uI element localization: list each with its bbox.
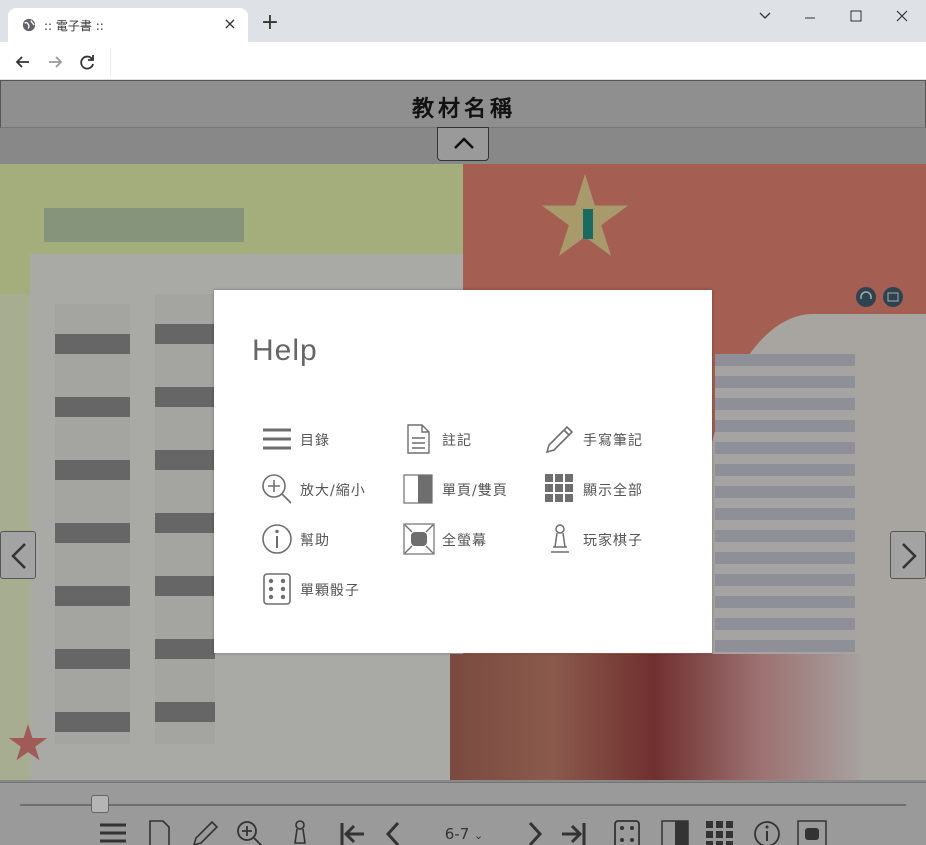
help-item-single-double: 單頁/雙頁 xyxy=(402,472,542,508)
minimize-icon[interactable] xyxy=(795,4,825,28)
tab-title: :: 電子書 :: xyxy=(44,19,104,33)
help-item-label: 手寫筆記 xyxy=(583,433,643,449)
help-item-zoom: 放大/縮小 xyxy=(260,472,400,508)
reload-icon[interactable] xyxy=(76,51,98,73)
back-icon[interactable] xyxy=(12,51,34,73)
pencil-icon xyxy=(545,425,574,454)
globe-icon xyxy=(22,18,36,32)
address-bar xyxy=(0,42,926,80)
dice-icon xyxy=(263,573,291,605)
maximize-icon[interactable] xyxy=(841,4,871,28)
pawn-icon xyxy=(551,524,569,553)
help-dialog: Help 目錄 註記 手寫筆記 放大/縮小 單頁/雙頁 顯示全部 幫助 全螢幕 … xyxy=(214,290,712,653)
help-item-dice: 單顆骰子 xyxy=(260,572,400,608)
help-item-label: 顯示全部 xyxy=(583,483,643,499)
tab-search-icon[interactable] xyxy=(750,4,780,28)
browser-tab-strip: :: 電子書 :: × + xyxy=(0,0,926,42)
help-item-grid: 顯示全部 xyxy=(543,472,683,508)
info-icon xyxy=(262,524,292,554)
help-item-label: 全螢幕 xyxy=(442,533,487,549)
close-window-icon[interactable] xyxy=(887,4,917,28)
fullscreen-icon xyxy=(403,523,435,555)
url-input[interactable] xyxy=(110,48,910,76)
help-item-note: 註記 xyxy=(402,422,542,458)
zoom-icon xyxy=(262,474,292,504)
help-item-label: 玩家棋子 xyxy=(583,533,643,549)
single-double-page-icon xyxy=(403,474,433,504)
help-item-label: 註記 xyxy=(442,433,472,449)
browser-tab[interactable]: :: 電子書 :: × xyxy=(8,8,248,42)
help-item-pawn: 玩家棋子 xyxy=(543,522,683,558)
note-icon xyxy=(407,424,430,454)
help-item-pencil: 手寫筆記 xyxy=(543,422,683,458)
help-item-label: 單頁/雙頁 xyxy=(442,483,508,499)
help-item-menu: 目錄 xyxy=(260,422,400,458)
help-item-info: 幫助 xyxy=(260,522,400,558)
help-item-fullscreen: 全螢幕 xyxy=(402,522,542,558)
help-item-label: 幫助 xyxy=(300,533,330,549)
menu-icon xyxy=(263,428,291,450)
help-title: Help xyxy=(252,334,318,367)
help-item-label: 目錄 xyxy=(300,433,330,449)
grid-icon xyxy=(545,474,573,502)
new-tab-button[interactable]: + xyxy=(258,12,282,36)
tab-close-button[interactable]: × xyxy=(220,14,240,34)
help-item-label: 放大/縮小 xyxy=(300,483,366,499)
help-item-label: 單顆骰子 xyxy=(300,583,360,599)
forward-icon[interactable] xyxy=(44,51,66,73)
